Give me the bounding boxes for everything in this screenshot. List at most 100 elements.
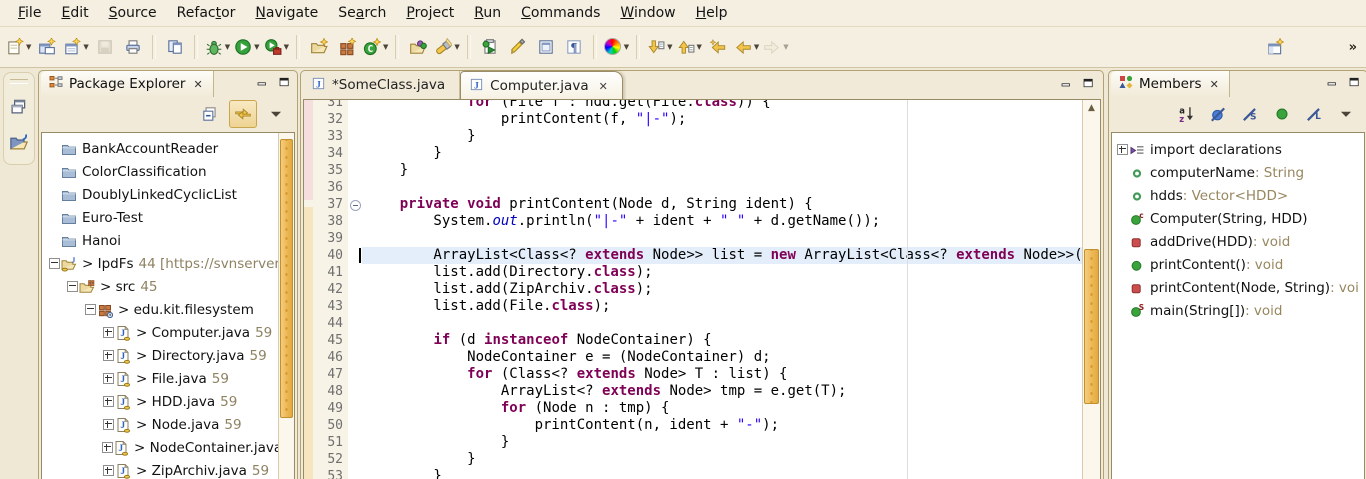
maximize-icon[interactable] (1348, 76, 1361, 92)
member-item[interactable]: import declarations (1112, 138, 1364, 161)
dropdown-arrow-icon[interactable]: ▼ (284, 43, 289, 51)
pin-editor-button[interactable] (1261, 34, 1289, 60)
link-with-editor-button[interactable] (229, 100, 257, 128)
toolbar-overflow-chevron[interactable]: » (1349, 40, 1356, 55)
scroll-up-icon[interactable]: ▲ (1083, 103, 1100, 113)
tree-item[interactable]: J> NodeContainer.java59 (42, 436, 294, 459)
code-line-42[interactable]: 42 list.add(ZipArchiv.class); (313, 281, 1083, 298)
menu-file[interactable]: File (8, 3, 51, 23)
code-line-52[interactable]: 52 } (313, 451, 1083, 468)
show-editor-button[interactable] (532, 34, 560, 60)
tree-expander[interactable] (102, 419, 115, 430)
dropdown-arrow-icon[interactable]: ▼ (225, 43, 230, 51)
dropdown-arrow-icon[interactable]: ▼ (26, 43, 31, 51)
tree-expander[interactable] (48, 258, 61, 269)
hide-static-button[interactable]: S (1237, 101, 1263, 127)
tree-expander[interactable] (102, 327, 115, 338)
code-line-51[interactable]: 51 } (313, 434, 1083, 451)
tree-item[interactable]: J> HDD.java59 (42, 390, 294, 413)
code-line-35[interactable]: 35 } (313, 162, 1083, 179)
code-line-38[interactable]: 38 System.out.println("|-" + ident + " "… (313, 213, 1083, 230)
tree-item[interactable]: > edu.kit.filesystem (42, 298, 294, 321)
view-menu-button[interactable] (1333, 101, 1359, 127)
new-java-package-button[interactable] (333, 34, 361, 60)
fold-collapse-icon[interactable] (350, 200, 361, 211)
menu-help[interactable]: Help (686, 3, 738, 23)
new-java-class-button[interactable]: C▼ (361, 34, 390, 60)
show-public-button[interactable] (1269, 101, 1295, 127)
tree-expander[interactable] (102, 373, 115, 384)
minimize-icon[interactable] (256, 76, 269, 92)
editor-tab-someclassjava[interactable]: J*SomeClass.java (303, 71, 460, 99)
menu-window[interactable]: Window (610, 3, 685, 23)
code-line-47[interactable]: 47 for (Class<? extends Node> T : list) … (313, 366, 1083, 383)
member-item[interactable]: hdds : Vector<HDD> (1112, 184, 1364, 207)
dropdown-arrow-icon[interactable]: ▼ (624, 43, 629, 51)
expand-icon[interactable] (103, 327, 114, 338)
code-line-32[interactable]: 32 printContent(f, "|-"); (313, 111, 1083, 128)
member-item[interactable]: addDrive(HDD) : void (1112, 230, 1364, 253)
hide-fields-button[interactable] (1205, 101, 1231, 127)
minimize-icon[interactable] (1326, 76, 1339, 92)
restore-perspective-button[interactable] (9, 96, 29, 120)
expand-icon[interactable] (103, 350, 114, 361)
new-view-button[interactable]: ▼ (61, 34, 90, 60)
new-java-project-button[interactable] (305, 34, 333, 60)
open-console-button[interactable] (161, 34, 189, 60)
tree-expander[interactable] (84, 304, 97, 315)
close-icon[interactable]: ✕ (599, 80, 608, 93)
code-line-41[interactable]: 41 list.add(Directory.class); (313, 264, 1083, 281)
code-line-45[interactable]: 45 if (d instanceof NodeContainer) { (313, 332, 1083, 349)
editor-body[interactable]: 31 for (File f : hdd.get(File.class)) {3… (303, 99, 1101, 479)
tree-item[interactable]: Hanoi (42, 229, 294, 252)
pe-scrollbar[interactable] (278, 133, 294, 479)
code-line-43[interactable]: 43 list.add(File.class); (313, 298, 1083, 315)
code-viewport[interactable]: 31 for (File f : hdd.get(File.class)) {3… (313, 100, 1083, 479)
member-item[interactable]: cComputer(String, HDD) (1112, 207, 1364, 230)
menu-source[interactable]: Source (99, 3, 167, 23)
sort-button[interactable]: az (1173, 101, 1199, 127)
code-line-39[interactable]: 39 (313, 230, 1083, 247)
hide-local-types-button[interactable]: L (1301, 101, 1327, 127)
code-line-49[interactable]: 49 for (Node n : tmp) { (313, 400, 1083, 417)
collapse-icon[interactable] (85, 304, 96, 315)
menu-refactor[interactable]: Refactor (167, 3, 246, 23)
tray-grip[interactable] (10, 79, 28, 84)
tree-item[interactable]: J> Node.java59 (42, 413, 294, 436)
tree-item[interactable]: J> ZipArchiv.java59 (42, 459, 294, 479)
maximize-icon[interactable] (1082, 77, 1095, 93)
view-menu-button[interactable] (263, 101, 289, 127)
expand-icon[interactable] (103, 465, 114, 476)
tree-item[interactable]: J> IpdFs44 [https://svnserver.i (42, 252, 294, 275)
print-button[interactable] (119, 34, 147, 60)
code-line-53[interactable]: 53 } (313, 468, 1083, 479)
expand-icon[interactable] (1117, 144, 1128, 155)
color-palette-button[interactable]: ▼ (602, 34, 631, 60)
dropdown-arrow-icon[interactable]: ▼ (83, 43, 88, 51)
menu-edit[interactable]: Edit (51, 3, 98, 23)
code-line-31[interactable]: 31 for (File f : hdd.get(File.class)) { (313, 99, 1083, 111)
tree-item[interactable]: J> File.java59 (42, 367, 294, 390)
member-item[interactable]: Smain(String[]) : void (1112, 299, 1364, 322)
menu-run[interactable]: Run (464, 3, 511, 23)
dropdown-arrow-icon[interactable]: ▼ (667, 43, 672, 51)
expand-icon[interactable] (102, 442, 113, 453)
debug-button[interactable]: ▼ (203, 34, 232, 60)
code-line-37[interactable]: 37 private void printContent(Node d, Str… (313, 196, 1083, 213)
menu-commands[interactable]: Commands (511, 3, 610, 23)
last-edit-location-button[interactable] (704, 34, 732, 60)
editor-scrollbar-thumb[interactable] (1084, 249, 1099, 404)
tree-item[interactable]: > src45 (42, 275, 294, 298)
tree-item[interactable]: J> Directory.java59 (42, 344, 294, 367)
member-item[interactable]: computerName : String (1112, 161, 1364, 184)
external-tools-button[interactable]: ▼ (262, 34, 291, 60)
open-type-button[interactable] (404, 34, 432, 60)
collapse-all-button[interactable] (197, 101, 223, 127)
code-line-44[interactable]: 44 (313, 315, 1083, 332)
next-annotation-button[interactable]: ▼ (645, 34, 674, 60)
run-button[interactable]: ▼ (232, 34, 261, 60)
dropdown-arrow-icon[interactable]: ▼ (254, 43, 259, 51)
member-item[interactable]: printContent() : void (1112, 253, 1364, 276)
tree-item[interactable]: ColorClassification (42, 160, 294, 183)
expand-icon[interactable] (103, 396, 114, 407)
